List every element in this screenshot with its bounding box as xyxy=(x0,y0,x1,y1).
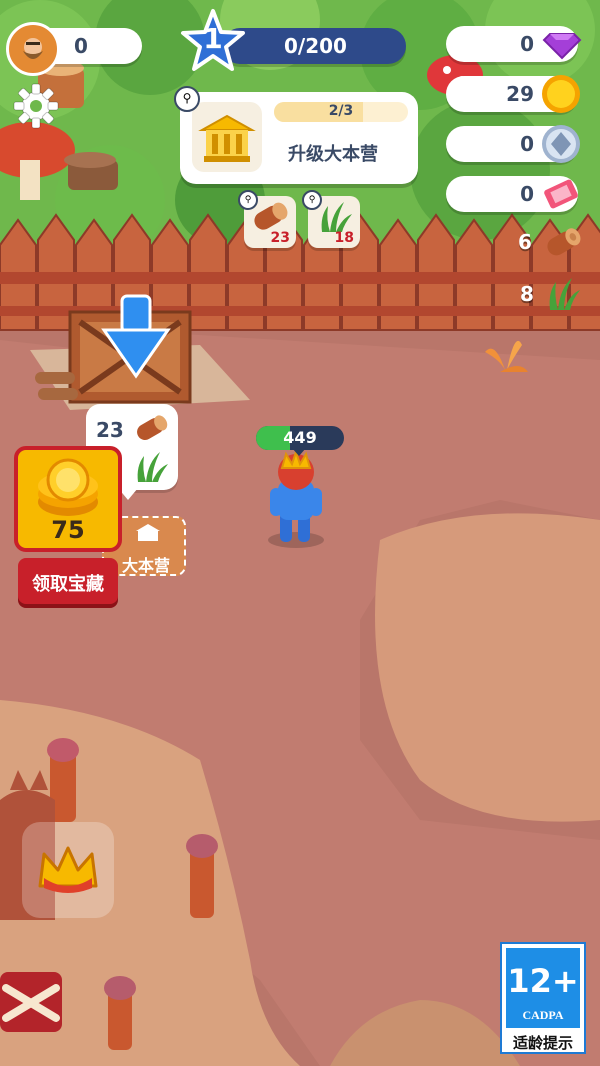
age-rating-badge: 12+ CADPA 适龄提示 xyxy=(500,942,586,1054)
pink-ticket-icon xyxy=(540,174,582,214)
age-rating-top: 12+ CADPA xyxy=(506,948,580,1028)
quest-card[interactable]: 2/3 升级大本营 ⚲ xyxy=(174,86,418,184)
age-rating-org: CADPA xyxy=(522,1008,564,1022)
log-icon xyxy=(540,222,584,262)
bearded-hero-avatar-icon xyxy=(6,22,60,76)
level-number: 1 xyxy=(203,22,223,55)
wood-count: 6 xyxy=(518,230,532,254)
treasure-button-label-box: 领取宝藏 xyxy=(18,558,118,604)
silver-token-icon xyxy=(540,123,582,165)
gems-value: 0 xyxy=(520,32,534,56)
gold-coin-stack-icon xyxy=(38,458,98,516)
age-rating-note: 适龄提示 xyxy=(512,1034,573,1052)
blue-star-icon: 1 xyxy=(180,8,246,74)
player-hp-bar: 449 xyxy=(256,426,344,450)
search-icon: ⚲ xyxy=(238,190,258,210)
silver-value: 0 xyxy=(520,132,534,156)
settings-gear-icon[interactable] xyxy=(12,82,60,130)
grass-icon xyxy=(542,272,584,314)
gold-coin-icon xyxy=(540,73,582,115)
level-progress-bar[interactable]: 0/200 xyxy=(222,28,406,64)
town-hall-icon xyxy=(192,102,262,172)
requirement-wood[interactable]: 23 ⚲ xyxy=(238,190,296,248)
deposit-wood-amount: 23 xyxy=(96,418,124,442)
requirement-wood-amount: 23 xyxy=(270,230,290,246)
quest-title: 升级大本营 xyxy=(288,144,378,165)
hp-bar-pointer xyxy=(292,448,306,456)
treasure-card: 75 xyxy=(14,446,122,552)
crown-icon xyxy=(38,846,98,893)
search-icon: ⚲ xyxy=(302,190,322,210)
followers-counter[interactable]: 0 xyxy=(6,22,142,76)
log-icon xyxy=(137,415,168,440)
coins-value: 29 xyxy=(506,82,534,106)
grass-icon xyxy=(137,452,168,482)
followers-value: 0 xyxy=(74,34,88,58)
search-icon: ⚲ xyxy=(174,86,200,112)
requirement-grass[interactable]: 18 ⚲ xyxy=(302,190,360,248)
level-progress-text: 0/200 xyxy=(284,34,347,58)
tickets-value: 0 xyxy=(520,182,534,206)
grass-count: 8 xyxy=(520,282,534,306)
quest-progress-bar: 2/3 xyxy=(274,102,408,122)
player-hp-value: 449 xyxy=(283,428,317,447)
purple-gem-icon xyxy=(542,22,582,62)
treasure-button-label: 领取宝藏 xyxy=(32,574,104,595)
crown-ability-button[interactable] xyxy=(22,822,114,918)
age-rating-age: 12+ xyxy=(507,962,579,1000)
requirement-grass-amount: 18 xyxy=(334,230,354,246)
town-hall-icon xyxy=(136,524,160,541)
claim-treasure-button[interactable]: 75 领取宝藏 xyxy=(14,446,122,606)
quest-progress-text: 2/3 xyxy=(328,103,354,119)
treasure-amount: 75 xyxy=(51,516,85,544)
